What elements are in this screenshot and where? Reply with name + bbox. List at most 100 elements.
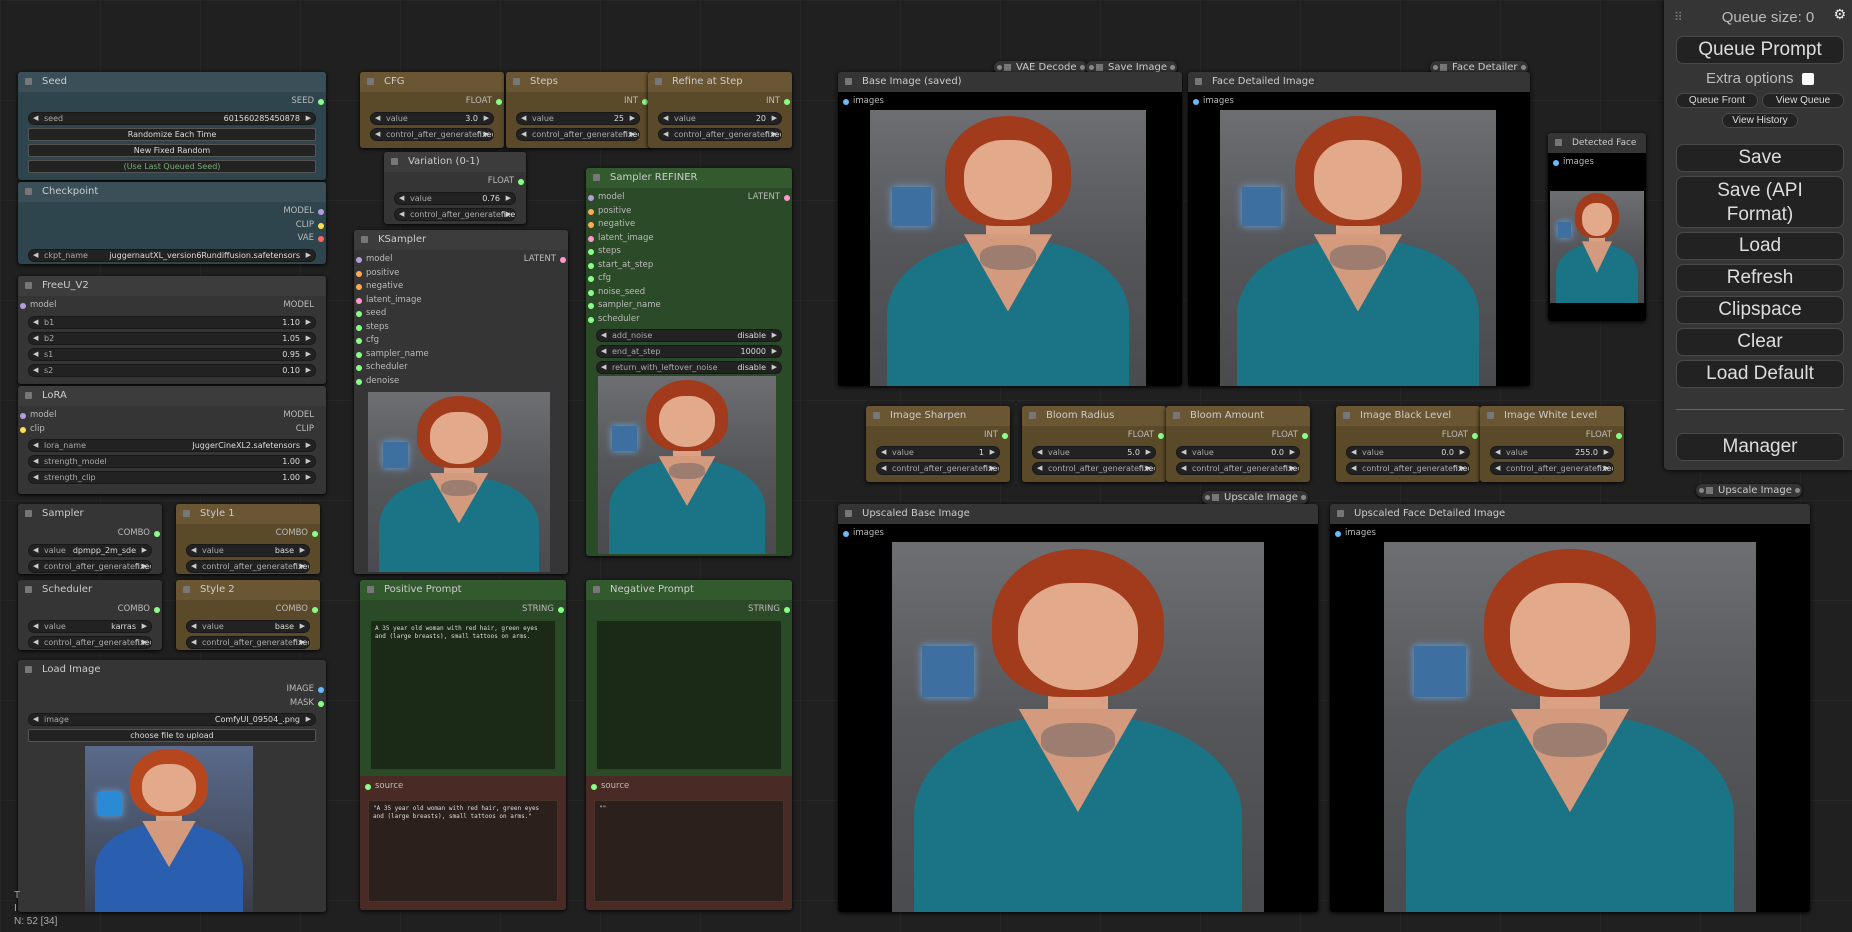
bloom-amount-node[interactable]: Bloom Amount FLOAT value0.0 control_afte… <box>1166 406 1310 482</box>
seed-output-dot[interactable] <box>318 99 324 105</box>
scheduler-value-widget[interactable]: valuekarras <box>28 619 152 633</box>
bloom-amount-cag-widget[interactable]: control_after_generatefixed <box>1176 461 1300 475</box>
refiner-latent-output-dot[interactable] <box>784 195 790 201</box>
sharpen-output-dot[interactable] <box>1002 433 1008 439</box>
use-last-queued-seed-button[interactable]: (Use Last Queued Seed) <box>28 159 316 173</box>
variation-output-dot[interactable] <box>518 179 524 185</box>
style2-node[interactable]: Style 2 COMBO valuebase control_after_ge… <box>176 580 320 650</box>
black-level-value-widget[interactable]: value0.0 <box>1346 445 1470 459</box>
upscaled-base-image-node[interactable]: Upscaled Base Image images <box>838 504 1318 912</box>
sampler-value-widget[interactable]: valuedpmpp_2m_sde <box>28 543 152 557</box>
mask-output-dot[interactable] <box>318 700 324 707</box>
rf-positive-dot[interactable] <box>588 208 594 215</box>
style2-value-widget[interactable]: valuebase <box>186 619 310 633</box>
randomize-each-time-button[interactable]: Randomize Each Time <box>28 127 316 141</box>
freeu-b2-widget[interactable]: b21.05 <box>28 331 316 345</box>
upscaled-face-detailed-image-node[interactable]: Upscaled Face Detailed Image images <box>1330 504 1810 912</box>
variation-value-widget[interactable]: value0.76 <box>394 191 516 205</box>
refine-cag-widget[interactable]: control_after_generatefixed <box>658 127 782 141</box>
ks-model-dot[interactable] <box>356 257 362 263</box>
ksampler-node[interactable]: KSampler LATENT model positive negative … <box>354 230 568 574</box>
view-history-button[interactable]: View History <box>1722 113 1798 128</box>
positive-string-output-dot[interactable] <box>558 607 564 613</box>
bloom-radius-cag-widget[interactable]: control_after_generatefixed <box>1032 461 1156 475</box>
face-detailed-image-node[interactable]: Face Detailed Image images <box>1188 72 1530 386</box>
upscale-image-node-2[interactable]: Upscale Image <box>1696 484 1802 497</box>
drag-handle-icon[interactable]: ⠿ <box>1674 10 1683 24</box>
rf-model-dot[interactable] <box>588 195 594 201</box>
ks-seed-dot[interactable] <box>356 311 362 317</box>
queue-prompt-button[interactable]: Queue Prompt <box>1676 36 1844 64</box>
save-button[interactable]: Save <box>1676 144 1844 172</box>
black-level-cag-widget[interactable]: control_after_generatefixed <box>1346 461 1470 475</box>
lora-node[interactable]: LoRA modelMODEL clipCLIP lora_nameJugger… <box>18 386 326 494</box>
refresh-button[interactable]: Refresh <box>1676 264 1844 292</box>
freeu-model-input-dot[interactable] <box>20 303 26 309</box>
rf-negative-dot[interactable] <box>588 222 594 228</box>
rf-sampler-name-dot[interactable] <box>588 303 594 309</box>
upface-images-input-dot[interactable] <box>1335 531 1341 537</box>
ks-latent-dot[interactable] <box>356 297 362 304</box>
image-select-widget[interactable]: imageComfyUI_09504_.png <box>28 713 316 726</box>
style2-cag-widget[interactable]: control_after_generatefixed <box>186 635 310 649</box>
add-noise-widget[interactable]: add_noisedisable <box>596 329 782 342</box>
sampler-cag-widget[interactable]: control_after_generatefixed <box>28 559 152 573</box>
lora-model-input-dot[interactable] <box>20 413 26 419</box>
bloom-radius-value-widget[interactable]: value5.0 <box>1032 445 1156 459</box>
strength-model-widget[interactable]: strength_model1.00 <box>28 455 316 468</box>
rf-noise-seed-dot[interactable] <box>588 289 594 296</box>
upbase-images-input-dot[interactable] <box>843 531 849 537</box>
refine-output-dot[interactable] <box>784 99 790 105</box>
scheduler-output-dot[interactable] <box>154 607 160 613</box>
negative-source-input-dot[interactable] <box>591 784 597 790</box>
rf-cfg-dot[interactable] <box>588 276 594 282</box>
seed-widget[interactable]: seed601560285450878 <box>28 111 316 125</box>
ksampler-latent-output-dot[interactable] <box>560 257 566 263</box>
clipspace-button[interactable]: Clipspace <box>1676 296 1844 324</box>
style2-output-dot[interactable] <box>312 607 318 613</box>
new-fixed-random-button[interactable]: New Fixed Random <box>28 143 316 157</box>
style1-output-dot[interactable] <box>312 531 318 537</box>
settings-gear-icon[interactable]: ⚙ <box>1833 7 1846 23</box>
style1-cag-widget[interactable]: control_after_generatefixed <box>186 559 310 573</box>
bloom-amount-output-dot[interactable] <box>1302 433 1308 439</box>
cfg-node[interactable]: CFG FLOAT value3.0 control_after_generat… <box>360 72 504 148</box>
sharpen-value-widget[interactable]: value1 <box>876 445 1000 459</box>
freeu-s2-widget[interactable]: s20.10 <box>28 363 316 377</box>
positive-source-input-dot[interactable] <box>365 784 371 790</box>
white-level-value-widget[interactable]: value255.0 <box>1490 445 1614 459</box>
sampler-refiner-node[interactable]: Sampler REFINER LATENT model positive ne… <box>586 168 792 556</box>
sharpen-cag-widget[interactable]: control_after_generatefixed <box>876 461 1000 475</box>
queue-front-button[interactable]: Queue Front <box>1676 93 1758 108</box>
return-leftover-widget[interactable]: return_with_leftover_noisedisable <box>596 361 782 374</box>
clear-button[interactable]: Clear <box>1676 328 1844 356</box>
bloom-amount-value-widget[interactable]: value0.0 <box>1176 445 1300 459</box>
freeu-b1-widget[interactable]: b11.10 <box>28 315 316 329</box>
bloom-radius-output-dot[interactable] <box>1158 433 1164 439</box>
model-output-dot[interactable] <box>318 209 324 215</box>
lora-name-widget[interactable]: lora_nameJuggerCineXL2.safetensors <box>28 439 316 452</box>
save-api-format-button[interactable]: Save (API Format) <box>1676 176 1844 228</box>
image-output-dot[interactable] <box>318 687 324 693</box>
black-level-output-dot[interactable] <box>1472 433 1478 439</box>
load-image-node[interactable]: Load Image IMAGE MASK imageComfyUI_09504… <box>18 660 326 912</box>
scheduler-cag-widget[interactable]: control_after_generatefixed <box>28 635 152 649</box>
choose-file-button[interactable]: choose file to upload <box>28 729 316 742</box>
vae-output-dot[interactable] <box>318 236 324 242</box>
seed-node[interactable]: Seed SEED seed601560285450878 Randomize … <box>18 72 326 180</box>
load-default-button[interactable]: Load Default <box>1676 360 1844 388</box>
cfg-value-widget[interactable]: value3.0 <box>370 111 494 125</box>
steps-value-widget[interactable]: value25 <box>516 111 640 125</box>
view-queue-button[interactable]: View Queue <box>1762 93 1844 108</box>
positive-prompt-textarea[interactable]: A 35 year old woman with red hair, green… <box>370 619 556 770</box>
positive-prompt-node[interactable]: Positive Prompt STRING A 35 year old wom… <box>360 580 566 910</box>
ks-negative-dot[interactable] <box>356 284 362 290</box>
sampler-node[interactable]: Sampler COMBO valuedpmpp_2m_sde control_… <box>18 504 162 574</box>
sampler-output-dot[interactable] <box>154 531 160 537</box>
refine-value-widget[interactable]: value20 <box>658 111 782 125</box>
negative-source-textarea[interactable]: "" <box>594 799 784 902</box>
cfg-cag-widget[interactable]: control_after_generatefixed <box>370 127 494 141</box>
ks-cfg-dot[interactable] <box>356 338 362 344</box>
detected-face-node[interactable]: Detected Face images <box>1548 133 1646 321</box>
style1-node[interactable]: Style 1 COMBO valuebase control_after_ge… <box>176 504 320 574</box>
